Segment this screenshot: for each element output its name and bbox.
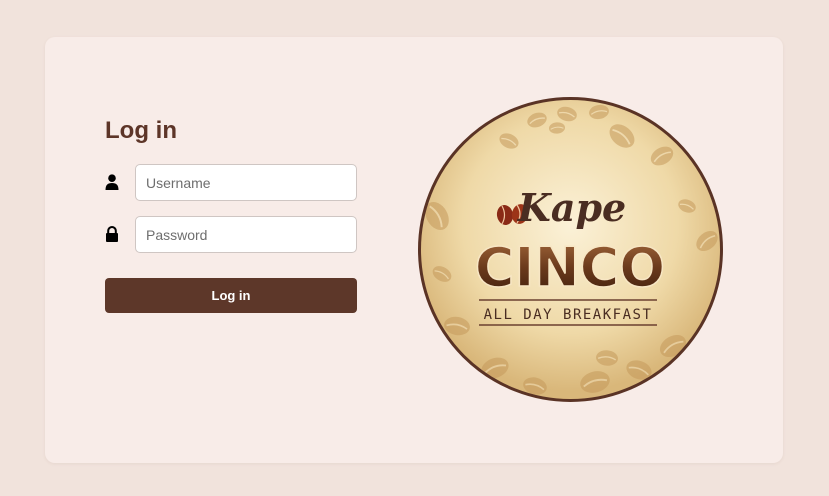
password-input[interactable] (135, 216, 357, 253)
login-button[interactable]: Log in (105, 278, 357, 313)
user-icon (105, 174, 119, 190)
logo-tagline: ALL DAY BREAKFAST (484, 307, 653, 323)
login-card: Log in Log in (45, 37, 783, 463)
kape-cinco-logo: Kape CINCO ALL DAY BREAKFAST (418, 97, 723, 402)
lock-icon (106, 226, 118, 242)
logo-main-text: CINCO (475, 236, 665, 299)
login-title: Log in (105, 117, 177, 144)
logo-script-text: Kape (517, 185, 626, 230)
username-input[interactable] (135, 164, 357, 201)
